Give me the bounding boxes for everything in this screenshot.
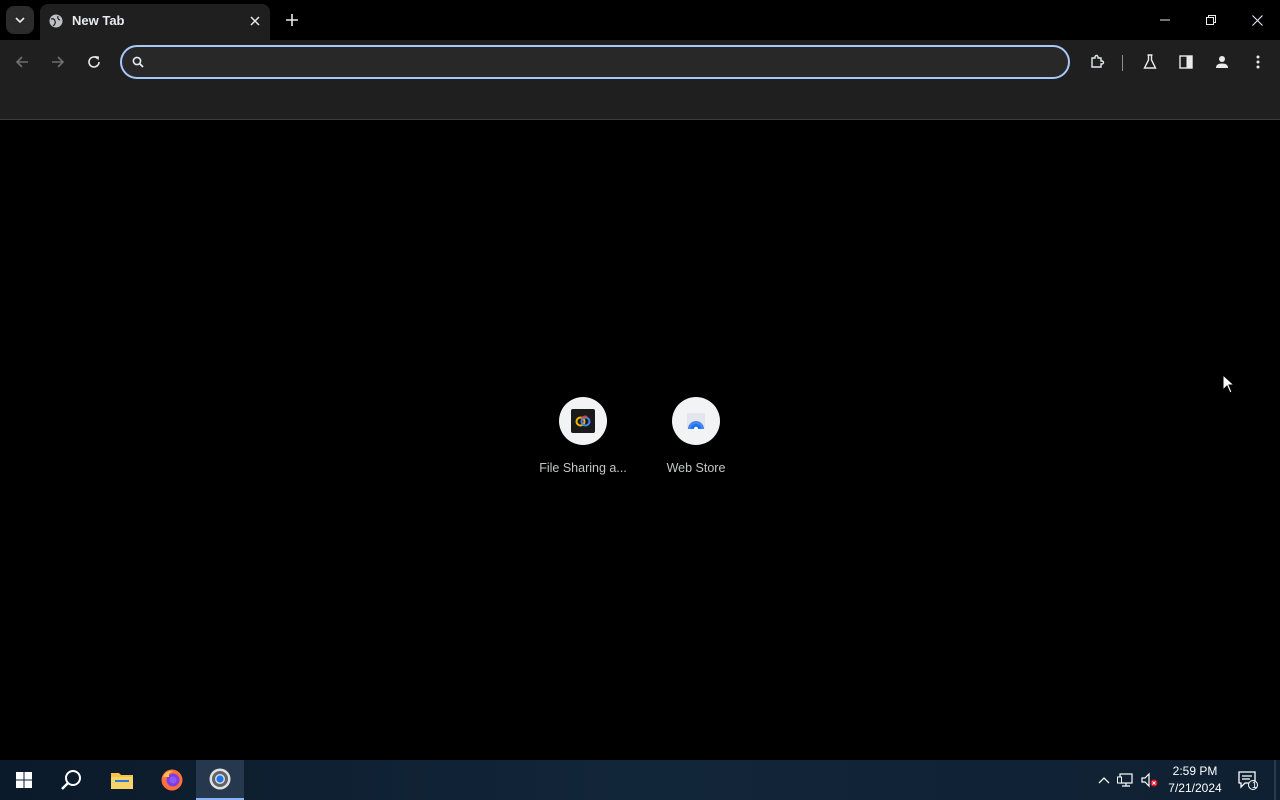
start-button[interactable] (0, 760, 48, 800)
shortcut-label: Web Store (666, 461, 726, 475)
search-icon (130, 54, 146, 70)
taskbar-clock[interactable]: 2:59 PM 7/21/2024 (1160, 763, 1230, 797)
close-icon[interactable] (246, 12, 264, 30)
windows-logo-icon (16, 772, 32, 788)
chrome-button[interactable] (196, 760, 244, 800)
chevron-down-icon (15, 17, 25, 24)
labs-button[interactable] (1136, 48, 1164, 76)
more-vertical-icon (1256, 55, 1260, 69)
file-explorer-button[interactable] (98, 760, 146, 800)
minimize-icon (1160, 19, 1170, 21)
shortcut-icon (672, 397, 720, 445)
arrow-left-icon (15, 56, 28, 68)
tab-new-tab[interactable]: New Tab (40, 4, 270, 40)
minimize-button[interactable] (1142, 0, 1188, 40)
mouse-cursor-icon (1222, 373, 1236, 394)
menu-button[interactable] (1244, 48, 1272, 76)
clock-date: 7/21/2024 (1168, 781, 1222, 795)
firefox-icon (161, 769, 183, 791)
side-panel-icon (1179, 55, 1193, 69)
restore-button[interactable] (1188, 0, 1234, 40)
shortcut-file-sharing[interactable]: File Sharing a... (527, 397, 639, 487)
puzzle-icon (1091, 54, 1105, 68)
volume-muted-icon[interactable] (1140, 770, 1160, 790)
address-bar[interactable] (120, 45, 1070, 79)
person-icon (1216, 56, 1228, 68)
chevron-up-icon[interactable] (1094, 770, 1114, 790)
arrow-right-icon (52, 56, 65, 68)
firefox-button[interactable] (148, 760, 196, 800)
notification-center-button[interactable]: 1 (1236, 768, 1260, 792)
web-store-icon (687, 413, 705, 432)
new-tab-button[interactable] (280, 8, 304, 32)
folder-icon (111, 773, 133, 789)
extensions-button[interactable] (1083, 48, 1111, 76)
bookmarks-bar (0, 84, 1280, 120)
shortcut-icon (559, 397, 607, 445)
flask-icon (1143, 54, 1157, 69)
plus-icon (286, 14, 298, 26)
network-icon[interactable] (1116, 770, 1136, 790)
address-input[interactable] (152, 51, 1052, 73)
tab-search-button[interactable] (6, 6, 34, 34)
tab-strip: New Tab (0, 0, 1280, 40)
tab-title: New Tab (72, 13, 125, 28)
shortcut-label: File Sharing a... (539, 461, 627, 475)
taskbar: 2:59 PM 7/21/2024 1 (0, 760, 1280, 800)
reload-button[interactable] (80, 48, 108, 76)
side-panel-button[interactable] (1172, 48, 1200, 76)
window-close-button[interactable] (1234, 0, 1280, 40)
browser-toolbar (0, 40, 1280, 84)
back-button[interactable] (8, 48, 36, 76)
taskbar-search-button[interactable] (48, 760, 96, 800)
reload-icon (88, 56, 100, 68)
clock-time: 2:59 PM (1172, 764, 1218, 778)
close-icon (1251, 14, 1263, 26)
chrome-icon (209, 768, 231, 790)
shortcut-web-store[interactable]: Web Store (640, 397, 752, 487)
toolbar-divider (1122, 55, 1123, 71)
show-desktop-button[interactable] (1274, 760, 1276, 800)
profile-button[interactable] (1208, 48, 1236, 76)
globe-icon (48, 13, 64, 29)
notification-count: 1 (1252, 780, 1258, 790)
file-sharing-app-icon (571, 409, 595, 433)
forward-button[interactable] (44, 48, 72, 76)
search-icon (61, 770, 81, 790)
restore-icon (1206, 15, 1216, 25)
new-tab-page: File Sharing a... Web Store (0, 121, 1280, 760)
